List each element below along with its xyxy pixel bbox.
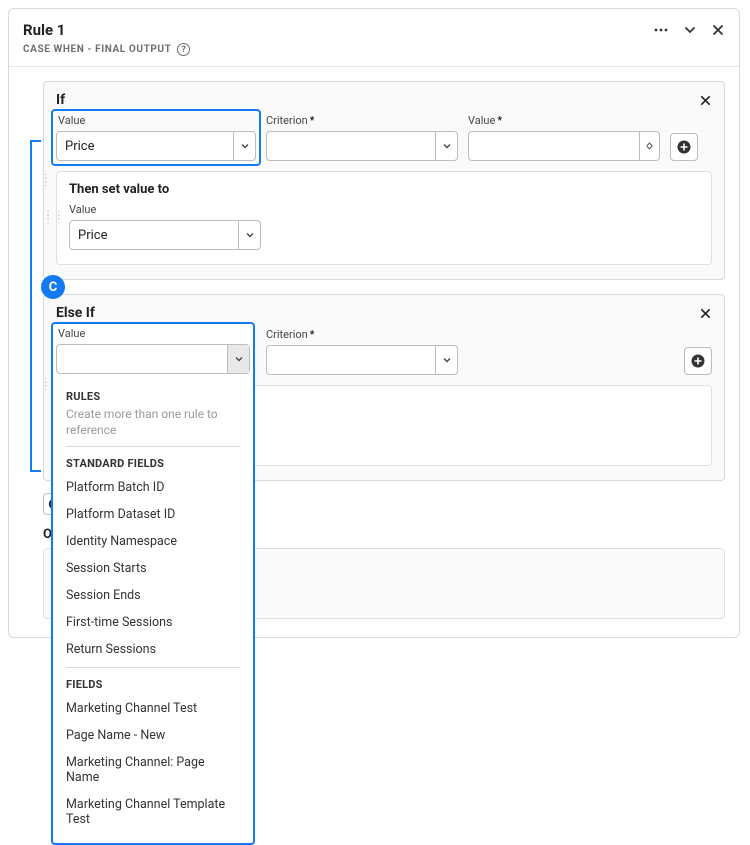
dropdown-item[interactable]: Session Ends — [60, 582, 246, 609]
drag-handle-icon[interactable]: ⋮⋮⋮⋮ — [41, 381, 49, 389]
value-label: Value — [58, 114, 256, 127]
dropdown-item[interactable]: Page Name - New — [60, 722, 246, 749]
if-value2-input[interactable] — [468, 131, 660, 161]
rule-card: Rule 1 CASE WHEN - FINAL OUTPUT ? C — [8, 8, 740, 638]
if-block: ⋮⋮⋮⋮ If Value Price — [43, 81, 725, 280]
dropdown-item[interactable]: Platform Batch ID — [60, 474, 246, 501]
rule-title: Rule 1 — [23, 21, 653, 39]
if-value-highlight: Value Price — [51, 109, 261, 166]
chevron-down-icon[interactable] — [683, 23, 697, 37]
dropdown-section-fields: FIELDS — [66, 678, 240, 691]
elseif-block: ⋮⋮⋮⋮ Else If Value — [43, 294, 725, 481]
add-condition-button[interactable] — [684, 347, 712, 375]
elseif-value-select[interactable] — [56, 344, 250, 374]
value-label: Value — [58, 327, 250, 340]
chevron-down-icon[interactable] — [233, 132, 255, 160]
value2-label: Value* — [468, 114, 660, 127]
more-icon[interactable] — [653, 22, 669, 38]
dropdown-item[interactable]: Marketing Channel: Page Name — [60, 749, 246, 791]
dropdown-item[interactable]: Marketing Channel Test — [60, 695, 246, 722]
dropdown-item[interactable]: Session Starts — [60, 555, 246, 582]
close-icon[interactable] — [711, 23, 725, 37]
rule-header: Rule 1 — [23, 21, 725, 39]
add-condition-button[interactable] — [670, 133, 698, 161]
chevron-down-icon[interactable] — [227, 345, 249, 373]
dropdown-item[interactable]: First-time Sessions — [60, 609, 246, 636]
annotation-connector — [25, 81, 43, 619]
elseif-criterion-select[interactable] — [266, 345, 458, 375]
annotation-badge: C — [41, 275, 65, 299]
if-criterion-select[interactable] — [266, 131, 458, 161]
if-then-block: ⋮⋮⋮⋮ Then set value to Value Price — [56, 171, 712, 265]
dropdown-section-standard: STANDARD FIELDS — [66, 457, 240, 470]
dropdown-item[interactable]: Marketing Channel Template Test — [60, 791, 246, 833]
chevron-down-icon[interactable] — [435, 132, 457, 160]
drag-handle-icon[interactable]: ⋮⋮⋮⋮ — [43, 214, 65, 222]
dropdown-item[interactable]: Identity Namespace — [60, 528, 246, 555]
if-title: If — [56, 92, 699, 108]
if-value-select[interactable]: Price — [56, 131, 256, 161]
dropdown-section-rules: RULES — [66, 390, 240, 403]
dropdown-item[interactable]: Platform Dataset ID — [60, 501, 246, 528]
close-icon[interactable] — [699, 94, 712, 107]
chevron-down-icon[interactable] — [238, 221, 260, 249]
elseif-title: Else If — [56, 305, 699, 321]
drag-handle-icon[interactable]: ⋮⋮⋮⋮ — [41, 177, 49, 185]
value-dropdown: RULES Create more than one rule to refer… — [56, 374, 250, 833]
criterion-label: Criterion* — [266, 114, 458, 127]
close-icon[interactable] — [699, 307, 712, 320]
criterion-label: Criterion* — [266, 328, 458, 341]
stepper-icon[interactable] — [639, 132, 659, 160]
dropdown-rules-hint: Create more than one rule to reference — [66, 407, 240, 438]
then-value-select[interactable]: Price — [69, 220, 261, 250]
dropdown-item[interactable]: Return Sessions — [60, 636, 246, 663]
if-value-selected: Price — [57, 139, 233, 154]
rule-subtitle: CASE WHEN - FINAL OUTPUT ? — [23, 43, 725, 56]
elseif-value-highlight: Value RULES Create more than one rule to… — [51, 322, 255, 845]
value-label: Value — [69, 203, 261, 216]
help-icon[interactable]: ? — [177, 43, 190, 56]
then-title: Then set value to — [69, 182, 699, 197]
chevron-down-icon[interactable] — [435, 346, 457, 374]
